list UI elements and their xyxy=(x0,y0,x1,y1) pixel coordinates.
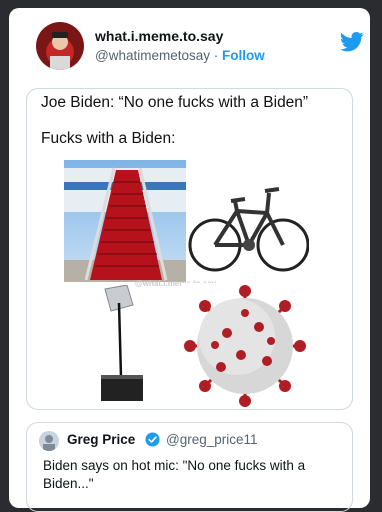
quoted-text: Biden says on hot mic: "No one fucks wit… xyxy=(43,458,306,491)
separator: · xyxy=(213,48,219,63)
coronavirus-image xyxy=(181,283,309,409)
display-name[interactable]: what.i.meme.to.say xyxy=(95,28,223,44)
bicycle-image xyxy=(187,163,309,285)
handle[interactable]: @whatimemetosay xyxy=(95,48,210,63)
quoted-name: Greg Price xyxy=(67,432,136,447)
meme-caption-label: Fucks with a Biden: xyxy=(41,130,176,147)
avatar[interactable] xyxy=(36,22,84,70)
meme-image[interactable]: Joe Biden: “No one fucks with a Biden” F… xyxy=(26,88,353,410)
airplane-stairs-image xyxy=(64,160,186,282)
handle-row: @whatimemetosay · Follow xyxy=(95,48,265,63)
follow-link[interactable]: Follow xyxy=(222,48,265,63)
meme-caption-quote: Joe Biden: “No one fucks with a Biden” xyxy=(41,94,309,111)
twitter-bird-icon[interactable] xyxy=(340,32,364,52)
quoted-handle: @greg_price11 xyxy=(166,432,258,447)
quoted-avatar xyxy=(39,431,59,451)
verified-badge-icon xyxy=(145,432,160,447)
quoted-tweet[interactable]: Greg Price @greg_price11 Biden says on h… xyxy=(26,422,353,512)
teleprompter-image xyxy=(101,285,143,401)
